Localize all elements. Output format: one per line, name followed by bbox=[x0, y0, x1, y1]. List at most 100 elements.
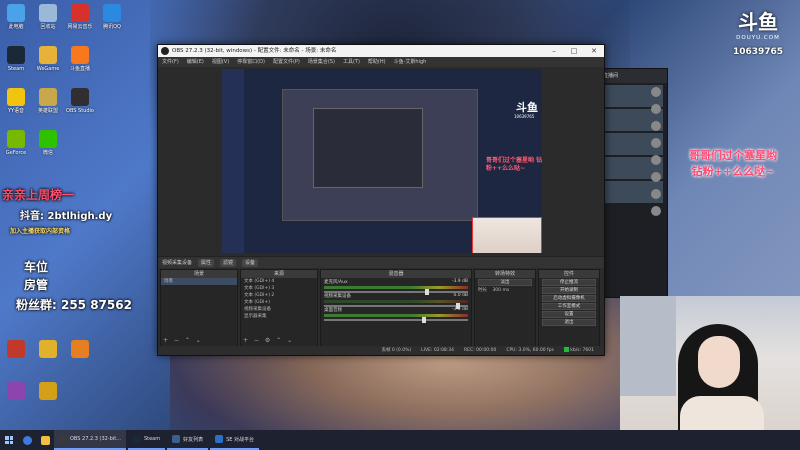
avatar[interactable] bbox=[651, 155, 661, 165]
rec-time: REC: 00:00:00 bbox=[464, 348, 497, 353]
selected-source-name: 视频采集设备 bbox=[162, 260, 193, 266]
computer-icon bbox=[7, 4, 25, 22]
source-item[interactable]: 文本 (GDI+) bbox=[241, 299, 317, 306]
properties-button[interactable]: 属性 bbox=[198, 258, 215, 267]
device-button[interactable]: 设备 bbox=[242, 258, 259, 267]
avatar[interactable] bbox=[651, 138, 661, 148]
mixer-header: 混音器 bbox=[321, 270, 471, 278]
menu-view[interactable]: 视图(V) bbox=[212, 57, 229, 67]
taskbar-app-steam[interactable]: Steam bbox=[127, 430, 166, 450]
preview-nested-obs-2 bbox=[313, 108, 423, 188]
source-item[interactable]: 文本 (GDI+) 3 bbox=[241, 285, 317, 292]
menu-profile[interactable]: 配置文件(P) bbox=[273, 57, 300, 67]
avatar[interactable] bbox=[651, 206, 661, 216]
maximize-icon[interactable]: □ bbox=[564, 45, 584, 57]
start-recording-button[interactable]: 开始录制 bbox=[542, 287, 596, 294]
app-icon bbox=[39, 382, 57, 400]
source-tools[interactable]: + − ⚙ ⌃ ⌄ bbox=[243, 337, 294, 344]
taskbar: OBS 27.2.3 (32-bit... Steam 好友列表 SE 对战平台 bbox=[0, 430, 800, 450]
scene-item[interactable]: 场景 bbox=[161, 278, 237, 285]
menu-docks[interactable]: 停靠窗口(D) bbox=[237, 57, 265, 67]
controls-header: 控件 bbox=[539, 270, 599, 278]
app-icon bbox=[7, 340, 25, 358]
transition-select[interactable]: 淡出 bbox=[478, 279, 532, 286]
obs-logo-icon bbox=[161, 47, 169, 55]
stop-streaming-button[interactable]: 停止推流 bbox=[542, 279, 596, 286]
preview-message: 哥哥们过个塞星哟 钻粉++么么哒~ bbox=[486, 157, 542, 172]
menu-scene-collection[interactable]: 场景集合(S) bbox=[308, 57, 335, 67]
bitrate: kb/s: 7601 bbox=[570, 348, 594, 353]
steam-icon bbox=[132, 435, 141, 443]
duration-input[interactable]: 300 ms bbox=[492, 288, 509, 293]
start-button[interactable] bbox=[0, 430, 18, 450]
desktop-icon[interactable]: 斗鱼直播 bbox=[64, 46, 96, 72]
desktop-icon[interactable]: 微信 bbox=[32, 130, 64, 156]
virtual-camera-button[interactable]: 启动虚拟摄像机 bbox=[542, 295, 596, 302]
obs-icon bbox=[71, 88, 89, 106]
desktop-icon[interactable]: 英雄联盟 bbox=[32, 88, 64, 114]
filters-button[interactable]: 滤镜 bbox=[220, 258, 237, 267]
settings-button[interactable]: 设置 bbox=[542, 311, 596, 318]
source-item[interactable]: 显示器采集 bbox=[241, 313, 317, 320]
scene-tools[interactable]: + − ⌃ ⌄ bbox=[163, 337, 203, 344]
source-item[interactable]: 文本 (GDI+) 4 bbox=[241, 278, 317, 285]
app-icon bbox=[39, 340, 57, 358]
menu-edit[interactable]: 编辑(E) bbox=[187, 57, 204, 67]
taskbar-app-obs[interactable]: OBS 27.2.3 (32-bit... bbox=[54, 430, 126, 450]
studio-mode-button[interactable]: 工作室模式 bbox=[542, 303, 596, 310]
desktop-icon[interactable]: 此电脑 bbox=[0, 4, 32, 30]
overlay-moderator: 房管 bbox=[24, 278, 49, 292]
desktop-icon[interactable]: WeGame bbox=[32, 46, 64, 72]
avatar[interactable] bbox=[651, 104, 661, 114]
volume-slider[interactable] bbox=[324, 289, 468, 295]
exit-button[interactable]: 退出 bbox=[542, 319, 596, 326]
menu-tools[interactable]: 工具(T) bbox=[343, 57, 360, 67]
menu-help[interactable]: 帮助(H) bbox=[368, 57, 386, 67]
desktop-icon[interactable] bbox=[32, 340, 64, 360]
source-toolbar: 视频采集设备 属性 滤镜 设备 bbox=[158, 256, 604, 268]
app-icon bbox=[7, 382, 25, 400]
source-item[interactable]: 文本 (GDI+) 2 bbox=[241, 292, 317, 299]
avatar[interactable] bbox=[651, 189, 661, 199]
desktop-icon[interactable]: YY语音 bbox=[0, 88, 32, 114]
preview-desktop-icons bbox=[222, 69, 244, 253]
obs-preview[interactable]: 斗鱼 10639765 哥哥们过个塞星哟 钻粉++么么哒~ bbox=[222, 69, 542, 253]
menu-file[interactable]: 文件(F) bbox=[162, 57, 179, 67]
obs-titlebar[interactable]: OBS 27.2.3 (32-bit, windows) - 配置文件: 未命名… bbox=[158, 45, 604, 57]
taskbar-app-5e[interactable]: SE 对战平台 bbox=[210, 430, 260, 450]
taskbar-pin[interactable] bbox=[18, 430, 36, 450]
desktop-icon[interactable]: OBS Studio bbox=[64, 88, 96, 114]
douyu-watermark: 斗鱼 DOUYU.COM 10639765 bbox=[720, 6, 796, 57]
desktop-icon[interactable]: 腾讯QQ bbox=[96, 4, 128, 30]
obs-window-title: OBS 27.2.3 (32-bit, windows) - 配置文件: 未命名… bbox=[172, 48, 337, 54]
desktop-icon[interactable] bbox=[0, 382, 32, 402]
live-time: LIVE: 02:08:34 bbox=[421, 348, 455, 353]
close-icon[interactable]: ✕ bbox=[584, 45, 604, 57]
volume-slider[interactable] bbox=[324, 317, 468, 323]
desktop-icon[interactable] bbox=[64, 340, 96, 360]
mixer-channel: 桌面音频 -3.8 dB bbox=[321, 306, 471, 323]
desktop-icon[interactable]: 网易云音乐 bbox=[64, 4, 96, 30]
desktop-icon[interactable]: Steam bbox=[0, 46, 32, 72]
desktop-icon[interactable] bbox=[32, 382, 64, 402]
avatar[interactable] bbox=[651, 121, 661, 131]
menu-douyu[interactable]: 斗鱼-艾斯high bbox=[394, 57, 427, 67]
desktop-icon[interactable]: 回收站 bbox=[32, 4, 64, 30]
audio-mixer-dock: 混音器 麦克风/Aux -3.9 dB 视频采集设备 0.0 dB 桌面音频 -… bbox=[320, 269, 472, 347]
sources-dock: 来源 文本 (GDI+) 4 文本 (GDI+) 3 文本 (GDI+) 2 文… bbox=[240, 269, 318, 347]
source-item[interactable]: 视频采集设备 bbox=[241, 306, 317, 313]
taskbar-pin[interactable] bbox=[36, 430, 54, 450]
preview-webcam-source[interactable] bbox=[472, 217, 542, 253]
taskbar-app-friends[interactable]: 好友列表 bbox=[167, 430, 209, 450]
desktop-icon[interactable] bbox=[0, 340, 32, 360]
minimize-icon[interactable]: – bbox=[544, 45, 564, 57]
obs-icon bbox=[59, 435, 67, 443]
desktop-icon[interactable]: GeForce bbox=[0, 130, 32, 156]
background-shelf bbox=[620, 296, 676, 396]
stream-health-icon bbox=[563, 347, 569, 352]
volume-slider[interactable] bbox=[324, 303, 468, 309]
avatar[interactable] bbox=[651, 87, 661, 97]
overlay-fan-group: 粉丝群: 25‌5 87562 bbox=[16, 298, 132, 312]
folder-icon bbox=[40, 435, 50, 445]
avatar[interactable] bbox=[651, 172, 661, 182]
